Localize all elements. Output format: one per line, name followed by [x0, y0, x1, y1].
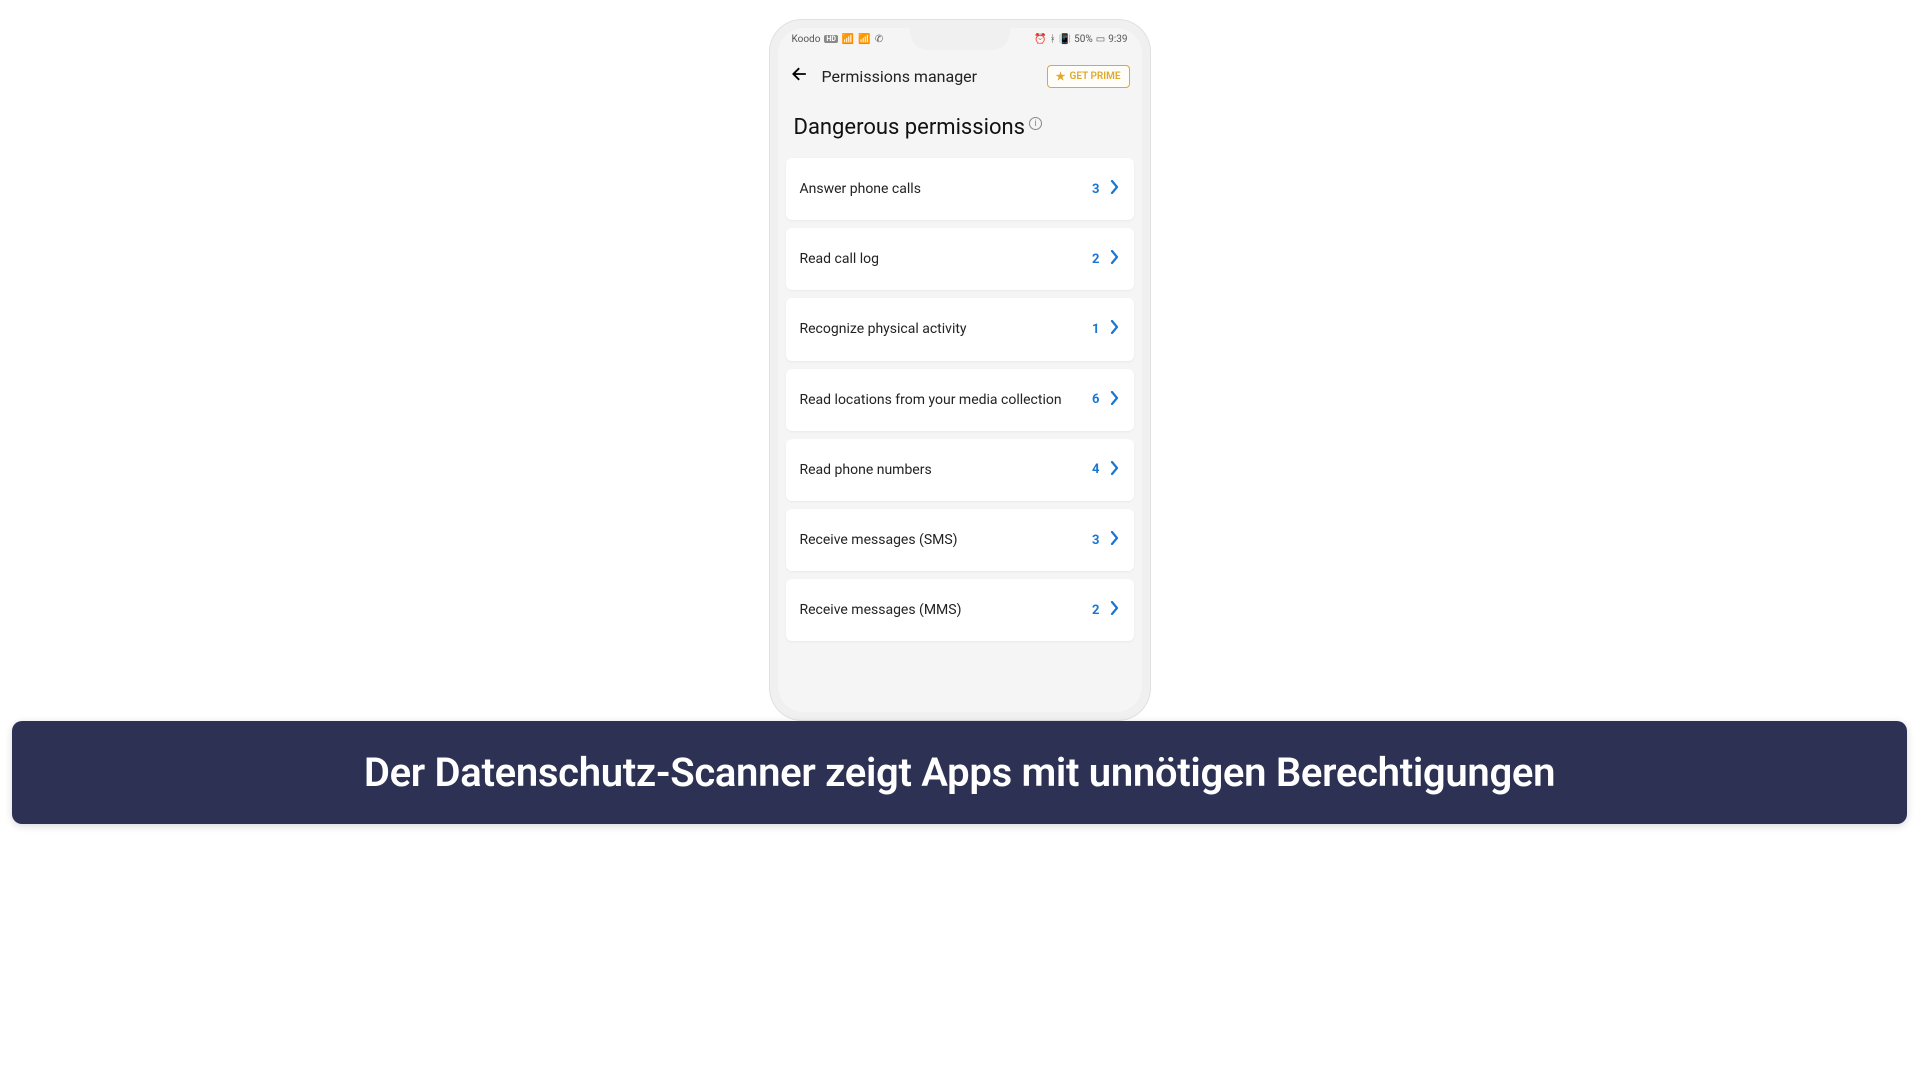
permission-label: Read call log — [800, 250, 1083, 268]
battery-icon: ▭ — [1096, 34, 1105, 45]
signal-icon: 📶 — [842, 34, 854, 45]
permission-count: 2 — [1092, 252, 1099, 267]
get-prime-button[interactable]: ★ GET PRIME — [1047, 65, 1130, 88]
permission-label: Read locations from your media collectio… — [800, 391, 1083, 409]
phone-screen: Koodo HD 📶 📶 ✆ ⏰ ᚼ 📳 50% ▭ 9:39 Permissi… — [778, 28, 1142, 712]
permission-count: 6 — [1092, 392, 1099, 407]
caption-text: Der Datenschutz-Scanner zeigt Apps mit u… — [364, 749, 1555, 796]
permission-item-read-call-log[interactable]: Read call log 2 — [786, 228, 1134, 290]
bluetooth-icon: ᚼ — [1050, 34, 1056, 45]
permission-count: 1 — [1092, 322, 1099, 337]
clock: 9:39 — [1108, 34, 1127, 45]
permission-count: 3 — [1092, 533, 1099, 548]
permission-label: Receive messages (SMS) — [800, 531, 1083, 549]
permission-list: Answer phone calls 3 Read call log 2 Rec… — [778, 158, 1142, 641]
chevron-right-icon — [1110, 180, 1120, 198]
back-arrow-icon[interactable] — [790, 64, 810, 89]
prime-label: GET PRIME — [1070, 71, 1121, 82]
star-icon: ★ — [1056, 70, 1066, 83]
caption-banner: Der Datenschutz-Scanner zeigt Apps mit u… — [12, 721, 1907, 824]
permission-label: Recognize physical activity — [800, 320, 1083, 338]
chevron-right-icon — [1110, 531, 1120, 549]
chevron-right-icon — [1110, 601, 1120, 619]
app-header: Permissions manager ★ GET PRIME — [778, 50, 1142, 103]
phone-frame: Koodo HD 📶 📶 ✆ ⏰ ᚼ 📳 50% ▭ 9:39 Permissi… — [770, 20, 1150, 720]
permission-item-answer-calls[interactable]: Answer phone calls 3 — [786, 158, 1134, 220]
page-title: Permissions manager — [822, 67, 1035, 86]
chevron-right-icon — [1110, 391, 1120, 409]
info-icon[interactable]: i — [1029, 117, 1042, 130]
whatsapp-icon: ✆ — [875, 34, 883, 45]
permission-label: Receive messages (MMS) — [800, 601, 1083, 619]
phone-notch — [910, 28, 1010, 50]
permission-label: Read phone numbers — [800, 461, 1083, 479]
permission-item-receive-sms[interactable]: Receive messages (SMS) 3 — [786, 509, 1134, 571]
permission-item-phone-numbers[interactable]: Read phone numbers 4 — [786, 439, 1134, 501]
chevron-right-icon — [1110, 461, 1120, 479]
carrier-badge: HD — [824, 35, 838, 43]
section-header: Dangerous permissions i — [778, 103, 1142, 158]
status-right: ⏰ ᚼ 📳 50% ▭ 9:39 — [1034, 34, 1127, 45]
permission-item-physical-activity[interactable]: Recognize physical activity 1 — [786, 298, 1134, 360]
status-left: Koodo HD 📶 📶 ✆ — [792, 34, 884, 45]
permission-item-receive-mms[interactable]: Receive messages (MMS) 2 — [786, 579, 1134, 641]
permission-count: 3 — [1092, 182, 1099, 197]
carrier-label: Koodo — [792, 34, 821, 45]
section-title: Dangerous permissions — [794, 115, 1026, 140]
alarm-icon: ⏰ — [1034, 34, 1046, 45]
wifi-icon: 📶 — [858, 34, 870, 45]
chevron-right-icon — [1110, 250, 1120, 268]
permission-item-media-locations[interactable]: Read locations from your media collectio… — [786, 369, 1134, 431]
permission-count: 4 — [1092, 462, 1099, 477]
chevron-right-icon — [1110, 320, 1120, 338]
battery-pct: 50% — [1074, 34, 1093, 45]
permission-label: Answer phone calls — [800, 180, 1083, 198]
permission-count: 2 — [1092, 603, 1099, 618]
vibrate-icon: 📳 — [1059, 34, 1071, 45]
